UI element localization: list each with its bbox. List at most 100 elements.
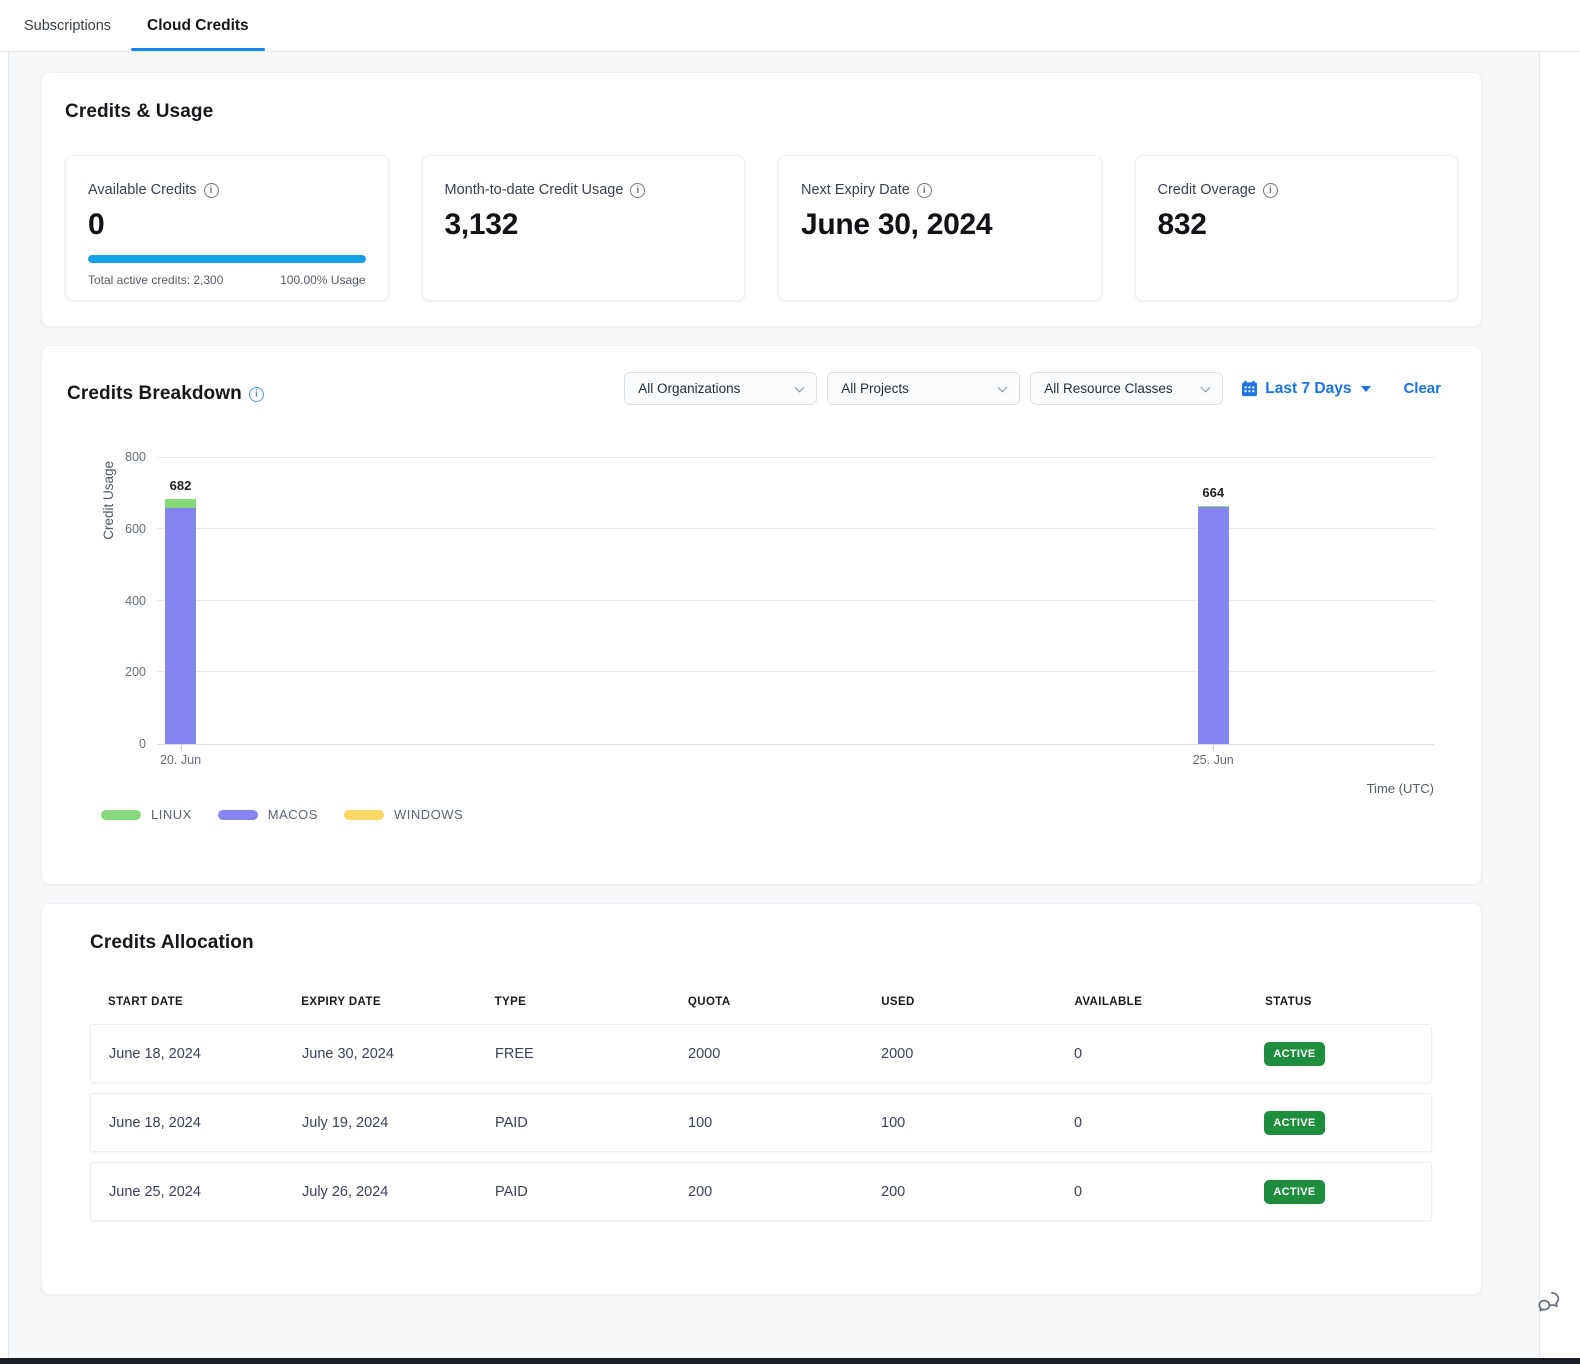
credit-overage-value: 832 bbox=[1158, 208, 1436, 242]
info-icon[interactable] bbox=[204, 183, 219, 198]
organizations-select-value: All Organizations bbox=[638, 381, 740, 396]
y-axis-tick-label: 800 bbox=[106, 450, 146, 464]
x-axis-tick bbox=[1213, 744, 1214, 750]
y-axis-tick-label: 200 bbox=[106, 665, 146, 679]
legend-item-windows[interactable]: WINDOWS bbox=[344, 807, 463, 822]
bar-total-label: 664 bbox=[1183, 485, 1243, 500]
credits-progress-fill bbox=[88, 255, 366, 263]
table-cell-start_date: June 25, 2024 bbox=[109, 1184, 302, 1200]
tab-subscriptions[interactable]: Subscriptions bbox=[6, 0, 129, 51]
total-active-credits-label: Total active credits: 2,300 bbox=[88, 273, 223, 287]
chevron-down-icon bbox=[998, 382, 1008, 392]
y-axis-tick-label: 0 bbox=[106, 737, 146, 751]
tab-cloud-credits[interactable]: Cloud Credits bbox=[129, 0, 267, 51]
table-row: June 25, 2024July 26, 2024PAID2002000ACT… bbox=[90, 1162, 1432, 1221]
legend-item-macos[interactable]: MACOS bbox=[218, 807, 318, 822]
table-cell-quota: 100 bbox=[688, 1115, 881, 1131]
table-cell-used: 200 bbox=[881, 1184, 1074, 1200]
bar-segment-macos bbox=[1198, 507, 1229, 744]
credits-breakdown-title: Credits Breakdown bbox=[67, 383, 242, 405]
available-credits-card: Available Credits 0 Total active credits… bbox=[65, 155, 389, 301]
legend-swatch bbox=[344, 810, 384, 820]
clear-filters-button[interactable]: Clear bbox=[1403, 380, 1441, 397]
projects-select-value: All Projects bbox=[841, 381, 909, 396]
gridline bbox=[157, 671, 1434, 672]
table-cell-status: ACTIVE bbox=[1264, 1111, 1431, 1135]
projects-select[interactable]: All Projects bbox=[827, 372, 1020, 405]
date-range-picker[interactable]: Last 7 Days bbox=[1241, 380, 1371, 398]
resource-classes-select[interactable]: All Resource Classes bbox=[1030, 372, 1223, 405]
table-cell-used: 2000 bbox=[881, 1046, 1074, 1062]
mtd-usage-label: Month-to-date Credit Usage bbox=[445, 182, 624, 198]
legend-swatch bbox=[101, 810, 141, 820]
legend-swatch bbox=[218, 810, 258, 820]
table-cell-type: FREE bbox=[495, 1046, 688, 1062]
bar-segment-linux bbox=[165, 499, 196, 508]
column-header: STATUS bbox=[1265, 996, 1432, 1008]
legend-label: WINDOWS bbox=[394, 807, 463, 822]
usage-percent-label: 100.00% Usage bbox=[280, 273, 365, 287]
y-axis-tick-label: 400 bbox=[106, 594, 146, 608]
column-header: EXPIRY DATE bbox=[301, 996, 494, 1008]
table-cell-available: 0 bbox=[1074, 1115, 1264, 1131]
column-header: AVAILABLE bbox=[1074, 996, 1265, 1008]
status-badge: ACTIVE bbox=[1264, 1180, 1324, 1204]
table-cell-available: 0 bbox=[1074, 1046, 1264, 1062]
chart-legend: LINUX MACOS WINDOWS bbox=[101, 807, 489, 822]
chart-bar-20-jun[interactable] bbox=[165, 457, 196, 744]
credits-allocation-section: Credits Allocation START DATEEXPIRY DATE… bbox=[41, 903, 1482, 1295]
next-expiry-value: June 30, 2024 bbox=[801, 208, 1079, 242]
table-cell-expiry_date: July 19, 2024 bbox=[302, 1115, 495, 1131]
chart-bar-25-jun[interactable] bbox=[1198, 457, 1229, 744]
date-range-label: Last 7 Days bbox=[1265, 380, 1351, 398]
resource-classes-select-value: All Resource Classes bbox=[1044, 381, 1172, 396]
table-cell-quota: 2000 bbox=[688, 1046, 881, 1062]
chart-plot: Credit Usage Time (UTC) LINUXMACOSWINDOW… bbox=[157, 457, 1434, 745]
table-cell-available: 0 bbox=[1074, 1184, 1264, 1200]
support-chat-icon[interactable] bbox=[1535, 1288, 1562, 1320]
table-row: June 18, 2024June 30, 2024FREE200020000A… bbox=[90, 1024, 1432, 1083]
next-expiry-card: Next Expiry Date June 30, 2024 bbox=[778, 155, 1102, 301]
bottom-bar bbox=[0, 1358, 1580, 1364]
x-axis-tick-label: 20. Jun bbox=[146, 753, 216, 767]
chevron-down-icon bbox=[795, 382, 805, 392]
available-credits-value: 0 bbox=[88, 208, 366, 242]
credit-overage-card: Credit Overage 832 bbox=[1135, 155, 1459, 301]
table-cell-expiry_date: June 30, 2024 bbox=[302, 1046, 495, 1062]
info-icon[interactable] bbox=[249, 387, 264, 402]
chart-filters: All Organizations All Projects All Resou… bbox=[624, 372, 1441, 405]
bar-segment-macos bbox=[165, 508, 196, 744]
chart-x-axis-title: Time (UTC) bbox=[1367, 781, 1434, 796]
credits-progress-bar bbox=[88, 255, 366, 263]
legend-item-linux[interactable]: LINUX bbox=[101, 807, 192, 822]
x-axis-tick-label: 25. Jun bbox=[1178, 753, 1248, 767]
table-cell-type: PAID bbox=[495, 1115, 688, 1131]
info-icon[interactable] bbox=[1263, 183, 1278, 198]
table-cell-used: 100 bbox=[881, 1115, 1074, 1131]
table-cell-quota: 200 bbox=[688, 1184, 881, 1200]
table-row: June 18, 2024July 19, 2024PAID1001000ACT… bbox=[90, 1093, 1432, 1152]
dropdown-arrow-icon bbox=[1361, 386, 1371, 392]
table-cell-type: PAID bbox=[495, 1184, 688, 1200]
organizations-select[interactable]: All Organizations bbox=[624, 372, 817, 405]
gridline bbox=[157, 457, 1434, 458]
gridline bbox=[157, 528, 1434, 529]
available-credits-label: Available Credits bbox=[88, 182, 197, 198]
info-icon[interactable] bbox=[917, 183, 932, 198]
status-badge: ACTIVE bbox=[1264, 1042, 1324, 1066]
top-tab-bar: Subscriptions Cloud Credits bbox=[0, 0, 1580, 52]
mtd-usage-value: 3,132 bbox=[445, 208, 723, 242]
info-icon[interactable] bbox=[630, 183, 645, 198]
legend-label: MACOS bbox=[268, 807, 318, 822]
table-cell-expiry_date: July 26, 2024 bbox=[302, 1184, 495, 1200]
allocation-table-header: START DATEEXPIRY DATETYPEQUOTAUSEDAVAILA… bbox=[90, 996, 1432, 1008]
mtd-usage-card: Month-to-date Credit Usage 3,132 bbox=[422, 155, 746, 301]
table-cell-start_date: June 18, 2024 bbox=[109, 1115, 302, 1131]
table-cell-status: ACTIVE bbox=[1264, 1180, 1431, 1204]
table-cell-start_date: June 18, 2024 bbox=[109, 1046, 302, 1062]
status-badge: ACTIVE bbox=[1264, 1111, 1324, 1135]
column-header: QUOTA bbox=[688, 996, 881, 1008]
credits-usage-title: Credits & Usage bbox=[65, 101, 1458, 123]
metric-cards-row: Available Credits 0 Total active credits… bbox=[65, 155, 1458, 301]
x-axis-tick bbox=[181, 744, 182, 750]
